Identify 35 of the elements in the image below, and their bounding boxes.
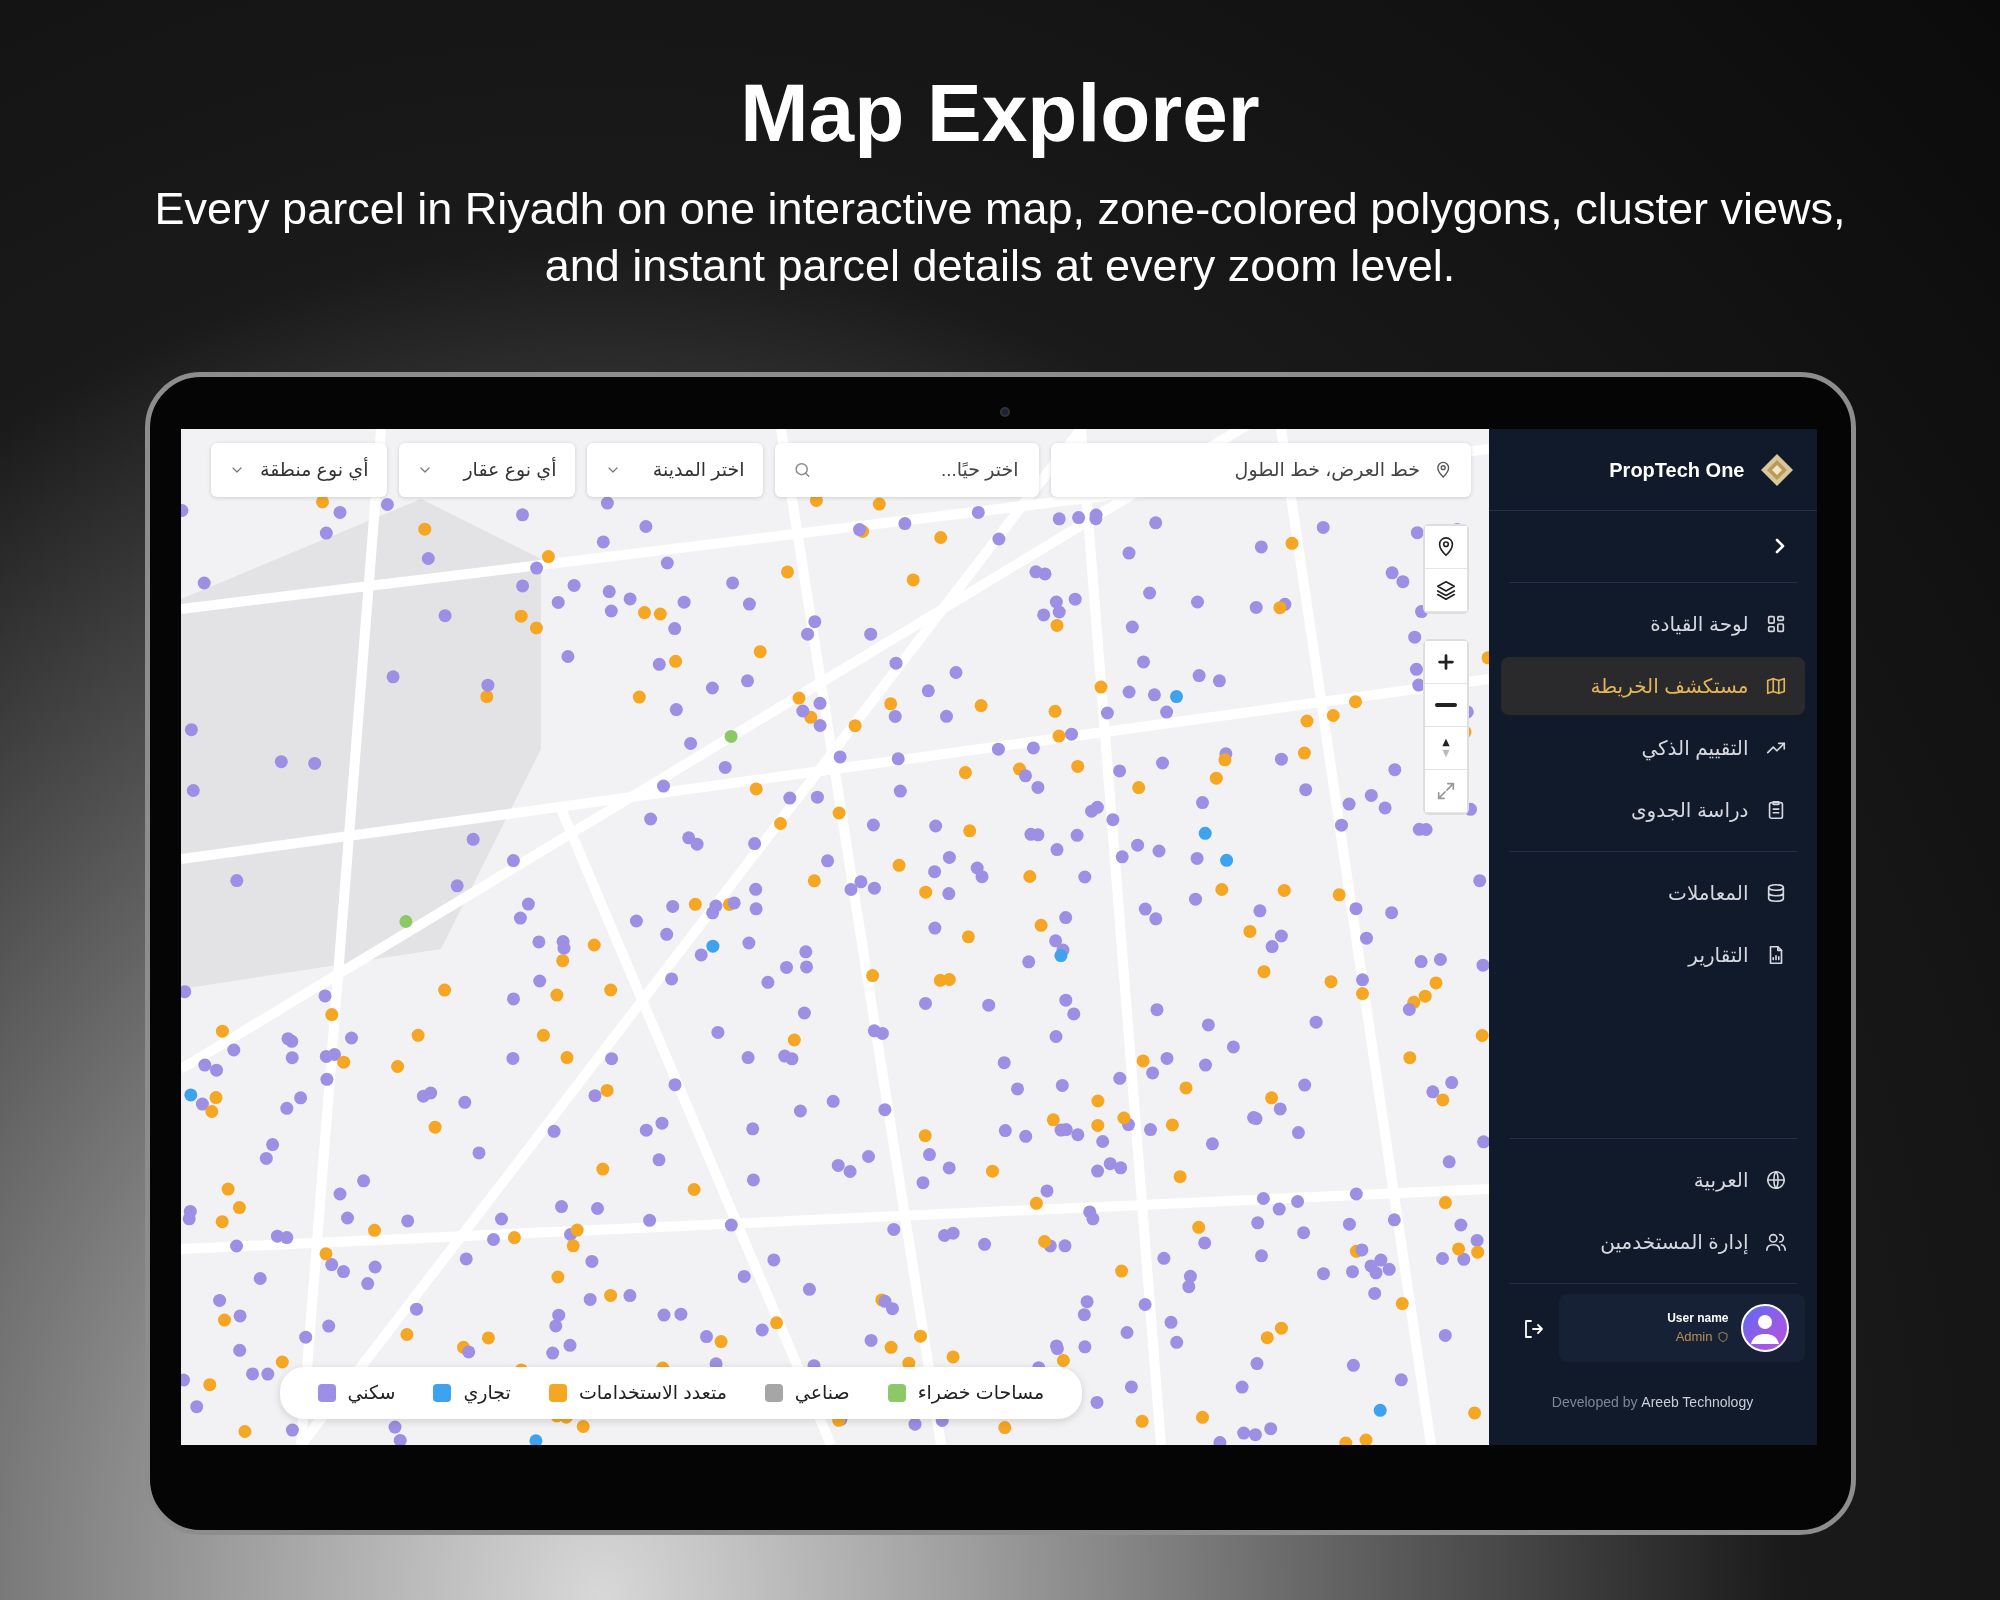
nav-item[interactable]: لوحة القيادة	[1500, 594, 1805, 653]
globe-icon	[1764, 1169, 1787, 1192]
legend-label: سكني	[347, 1380, 396, 1406]
user-name: User name	[1667, 1310, 1729, 1328]
sidebar-item[interactable]: إدارة المستخدمين	[1500, 1213, 1805, 1272]
layers-icon	[1434, 579, 1457, 602]
developer-credit: Developed by Areeb Technology	[1550, 1393, 1755, 1413]
nav-item[interactable]: دراسة الجدوى	[1500, 780, 1805, 839]
coordinates-input[interactable]: خط العرض، خط الطول	[1068, 454, 1423, 486]
legend-label: مساحات خضراء	[917, 1380, 1045, 1406]
shield-icon	[1716, 1331, 1729, 1344]
sidebar-item[interactable]: العربية	[1500, 1151, 1805, 1210]
nav-item[interactable]: مستكشف الخريطة	[1500, 656, 1805, 715]
zoom-in-button[interactable]	[1424, 641, 1467, 685]
nav-item[interactable]: المعاملات	[1500, 863, 1805, 922]
page-title: Map Explorer	[739, 66, 1261, 159]
page-subtitle: Every parcel in Riyadh on one interactive map, zone-colored polygons, cluster views, and instant parcel details at every zoom level.	[153, 182, 1847, 294]
camera-dot	[1000, 407, 1010, 418]
legend-label: تجاري	[463, 1380, 511, 1406]
minus-icon	[1434, 703, 1457, 708]
legend-label: متعدد الاستخدامات	[578, 1380, 727, 1405]
legend-label: صناعي	[794, 1380, 850, 1406]
user-role: Admin	[1675, 1328, 1713, 1347]
users-icon	[1764, 1231, 1787, 1254]
nav-item[interactable]: التقييم الذكي	[1500, 718, 1805, 777]
nav-item[interactable]: التقارير	[1500, 925, 1805, 984]
dropdown[interactable]: أي نوع منطقة	[210, 443, 387, 498]
locate-button[interactable]	[1424, 526, 1467, 570]
neighborhood-search-input[interactable]: اختر حيًا...	[823, 454, 1021, 486]
coordinates-field[interactable]: خط العرض، خط الطول	[1050, 443, 1471, 498]
neighborhood-search-field[interactable]: اختر حيًا...	[774, 443, 1039, 498]
dropdown[interactable]: اختر المدينة	[586, 443, 763, 498]
dropdown[interactable]: أي نوع عقار	[398, 443, 575, 498]
avatar-icon	[1740, 1304, 1789, 1353]
brand-name: PropTech One	[1609, 457, 1745, 483]
